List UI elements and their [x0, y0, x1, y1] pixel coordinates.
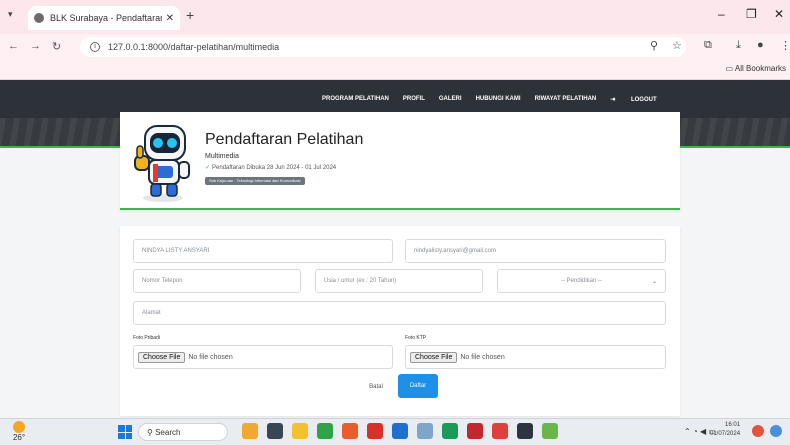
- start-button[interactable]: [118, 425, 132, 439]
- choose-file-button[interactable]: Choose File: [138, 351, 186, 363]
- all-bookmarks-button[interactable]: ▭ All Bookmarks: [726, 64, 786, 73]
- excel-icon[interactable]: [442, 423, 458, 439]
- minimize-button[interactable]: –: [718, 7, 725, 21]
- extensions-icon[interactable]: ⧉: [704, 39, 712, 52]
- maximize-button[interactable]: ❐: [746, 7, 757, 21]
- taskbar-search[interactable]: ⚲ Search: [138, 423, 228, 441]
- download-icon[interactable]: ⤓: [736, 39, 741, 52]
- task-view-icon[interactable]: [267, 423, 283, 439]
- search-label: Search: [155, 427, 181, 437]
- address-input[interactable]: Alamat: [133, 301, 666, 325]
- store-icon[interactable]: [392, 423, 408, 439]
- notification-icon[interactable]: [752, 425, 764, 437]
- browser-tab[interactable]: BLK Surabaya - Pendaftaran Pel ✕: [28, 6, 180, 30]
- weather-temp: 26°: [12, 433, 26, 442]
- nav-profil[interactable]: PROFIL: [403, 96, 425, 103]
- all-bookmarks-label: All Bookmarks: [734, 64, 786, 73]
- cancel-button[interactable]: Batal: [362, 377, 390, 397]
- education-select-value: -- Pendidikan --: [560, 278, 602, 284]
- profile-avatar-icon[interactable]: ●: [757, 39, 764, 51]
- check-icon: ✓: [205, 165, 211, 171]
- new-tab-button[interactable]: +: [186, 7, 194, 23]
- nav-hubungi-kami[interactable]: HUBUNGI KAMI: [476, 96, 521, 103]
- chrome-icon[interactable]: [317, 423, 333, 439]
- foto-pribadi-file-input[interactable]: Choose File No file chosen: [133, 345, 393, 369]
- clock-date: 01/07/2024: [710, 431, 741, 437]
- widgets-icon[interactable]: [242, 423, 258, 439]
- site-info-icon[interactable]: i: [90, 42, 100, 52]
- pdf-icon[interactable]: [467, 423, 483, 439]
- opera-icon[interactable]: [367, 423, 383, 439]
- globe-icon: [34, 13, 44, 23]
- menu-kebab-icon[interactable]: ⋮: [780, 39, 790, 52]
- logout-icon: ⇥: [610, 97, 616, 103]
- nav-program-pelatihan[interactable]: PROGRAM PELATIHAN: [322, 96, 389, 103]
- name-field[interactable]: NINDYA LISTY ANSYARI: [133, 239, 393, 263]
- sub-kejuruan-badge: Sub Kejuruan : Teknologi Informasi dan K…: [205, 177, 305, 185]
- app-icon[interactable]: [542, 423, 558, 439]
- firefox-icon[interactable]: [342, 423, 358, 439]
- no-file-text: No file chosen: [460, 353, 505, 361]
- nav-riwayat-pelatihan[interactable]: RIWAYAT PELATIHAN: [535, 96, 597, 103]
- sun-icon: [13, 421, 25, 433]
- close-window-button[interactable]: ✕: [774, 7, 784, 21]
- logout-label: LOGOUT: [630, 97, 657, 103]
- terminal-icon[interactable]: [517, 423, 533, 439]
- choose-file-button[interactable]: Choose File: [410, 351, 458, 363]
- weather-widget[interactable]: 26°: [8, 421, 30, 442]
- app-icon[interactable]: [492, 423, 508, 439]
- reload-icon[interactable]: ↻: [52, 40, 61, 53]
- foto-ktp-label: Foto KTP: [405, 335, 427, 341]
- tab-title: BLK Surabaya - Pendaftaran Pel: [50, 13, 162, 23]
- tray-right: [752, 425, 782, 437]
- program-name: Multimedia: [205, 153, 239, 160]
- search-icon: ⚲: [147, 427, 156, 437]
- folder-icon: ▭: [725, 64, 735, 73]
- no-file-text: No file chosen: [188, 353, 233, 361]
- tab-list-chevron-icon[interactable]: ▾: [8, 9, 13, 20]
- foto-pribadi-label: Foto Pribadi: [133, 335, 160, 341]
- copilot-icon[interactable]: [770, 425, 782, 437]
- foto-ktp-file-input[interactable]: Choose File No file chosen: [405, 345, 666, 369]
- nav-links: PROGRAM PELATIHAN PROFIL GALERI HUBUNGI …: [322, 96, 685, 103]
- registration-date: ✓ Pendaftaran Dibuka 28 Jun 2024 - 01 Jul…: [205, 164, 336, 171]
- registration-date-text: Pendaftaran Dibuka 28 Jun 2024 - 01 Jul …: [212, 165, 337, 171]
- app-icon[interactable]: [417, 423, 433, 439]
- bookmarks-bar: [0, 60, 790, 80]
- clock-time: 16:01: [725, 422, 741, 428]
- chevron-down-icon: ⌄: [651, 279, 657, 285]
- submit-button[interactable]: Daftar: [398, 374, 438, 398]
- address-bar[interactable]: i 127.0.0.1:8000/daftar-pelatihan/multim…: [80, 37, 686, 57]
- email-field[interactable]: nindyalisty.ansyari@gmail.com: [405, 239, 666, 263]
- education-select[interactable]: -- Pendidikan -- ⌄: [497, 269, 666, 293]
- robot-mascot-image: [134, 125, 190, 202]
- bookmark-star-icon[interactable]: ☆: [672, 39, 682, 52]
- page-title: Pendaftaran Pelatihan: [205, 131, 364, 148]
- forward-arrow-icon[interactable]: →: [30, 40, 41, 52]
- zoom-icon[interactable]: ⚲: [650, 39, 658, 52]
- url-text: 127.0.0.1:8000/daftar-pelatihan/multimed…: [108, 42, 280, 52]
- nav-galeri[interactable]: GALERI: [439, 96, 462, 103]
- phone-input[interactable]: Nomor Telepon: [133, 269, 301, 293]
- program-header-card: [120, 112, 680, 210]
- file-explorer-icon[interactable]: [292, 423, 308, 439]
- taskbar-apps: [242, 423, 558, 439]
- age-input[interactable]: Usia / umur (ex : 20 Tahun): [315, 269, 483, 293]
- tab-close-icon[interactable]: ✕: [166, 13, 174, 24]
- nav-logout[interactable]: ⇥ LOGOUT: [610, 96, 670, 103]
- clock[interactable]: 16:01 01/07/2024: [710, 421, 740, 439]
- back-arrow-icon[interactable]: ←: [8, 40, 19, 52]
